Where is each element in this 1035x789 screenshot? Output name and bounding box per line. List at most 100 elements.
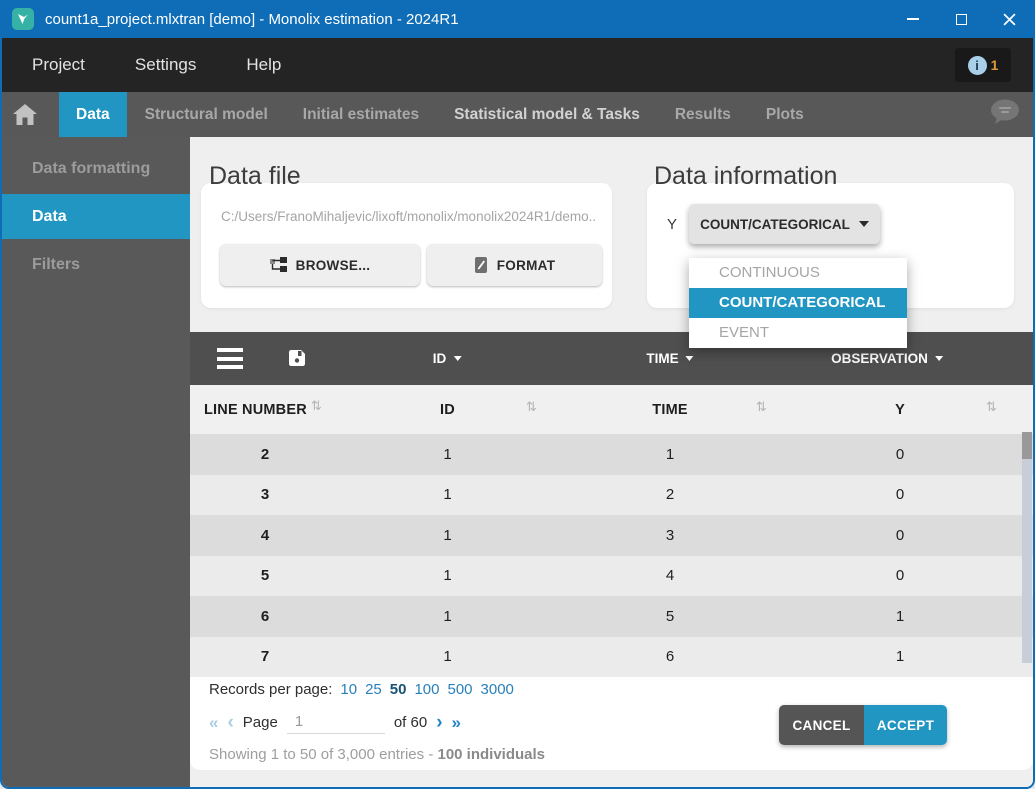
file-tree-icon: [270, 257, 287, 273]
next-page-button[interactable]: [436, 713, 442, 732]
data-table: LINE NUMBER ID TIMEY 211031204130514061517…: [190, 385, 1033, 677]
data-file-path: C:/Users/FranoMihaljevic/lixoft/monolix/…: [221, 209, 596, 224]
notifications-button[interactable]: 1: [955, 48, 1011, 82]
table-cell: 2: [190, 434, 340, 475]
records-per-page-100[interactable]: 100: [414, 681, 439, 698]
column-header-time[interactable]: TIME: [555, 385, 785, 434]
minimize-button[interactable]: [889, 0, 937, 38]
maximize-button[interactable]: [937, 0, 985, 38]
info-icon: [968, 56, 987, 75]
sidebar-item-data-formatting[interactable]: Data formatting: [2, 146, 190, 191]
table-cell: 0: [785, 515, 1015, 556]
last-page-button[interactable]: [452, 714, 461, 731]
table-cell: 1: [340, 637, 555, 678]
column-type-dropdown-time[interactable]: TIME: [646, 332, 693, 385]
observation-name-label: Y: [667, 216, 677, 233]
individuals-count: 100 individuals: [437, 746, 545, 763]
table-cell: 1: [555, 434, 785, 475]
chevron-down-icon: [859, 221, 869, 227]
records-per-page-500[interactable]: 500: [448, 681, 473, 698]
tab-bar-items: DataStructural modelInitial estimatesSta…: [59, 92, 822, 137]
save-button[interactable]: [289, 350, 305, 371]
sidebar-item-data[interactable]: Data: [2, 194, 190, 239]
pagination: Page of 60: [209, 710, 461, 734]
tab-statistical-model-tasks[interactable]: Statistical model & Tasks: [437, 92, 657, 137]
records-per-page-25[interactable]: 25: [365, 681, 382, 698]
page-label: Page: [243, 714, 278, 731]
close-icon: [1003, 13, 1016, 26]
menu-bar-items: Project Settings Help: [2, 55, 281, 75]
table-row: 2110: [190, 434, 1033, 475]
browse-button[interactable]: BROWSE...: [220, 244, 420, 286]
column-header-y[interactable]: Y: [785, 385, 1015, 434]
tab-initial-estimates[interactable]: Initial estimates: [286, 92, 436, 137]
menu-project[interactable]: Project: [32, 55, 85, 75]
tab-structural-model[interactable]: Structural model: [128, 92, 285, 137]
table-cell: 4: [555, 556, 785, 597]
table-cell: 1: [340, 556, 555, 597]
tab-data[interactable]: Data: [59, 92, 127, 137]
tab-bar: DataStructural modelInitial estimatesSta…: [2, 92, 1033, 137]
monolix-logo-icon: [12, 8, 34, 30]
sidebar-item-filters[interactable]: Filters: [2, 242, 190, 287]
table-cell: 2: [555, 475, 785, 516]
browse-button-label: BROWSE...: [296, 258, 371, 273]
home-button[interactable]: [2, 92, 48, 137]
table-menu-button[interactable]: [217, 348, 243, 369]
records-per-page-3000[interactable]: 3000: [481, 681, 514, 698]
column-type-label: OBSERVATION: [831, 351, 928, 366]
minimize-icon: [907, 18, 919, 20]
feedback-button[interactable]: [990, 99, 1020, 130]
table-body: 211031204130514061517161: [190, 434, 1033, 677]
table-row: 6151: [190, 596, 1033, 637]
records-per-page: Records per page: 10 25 50 100 500 3000: [209, 681, 514, 698]
table-cell: 1: [340, 475, 555, 516]
table-cell: 4: [190, 515, 340, 556]
table-cell: 1: [340, 515, 555, 556]
scrollbar-thumb[interactable]: [1022, 432, 1032, 459]
table-cell: 5: [555, 596, 785, 637]
table-cell: 1: [340, 596, 555, 637]
content-area: Data formattingDataFilters Data file Dat…: [2, 137, 1033, 787]
accept-button[interactable]: ACCEPT: [864, 705, 947, 745]
records-per-page-50[interactable]: 50: [390, 681, 407, 698]
records-per-page-10[interactable]: 10: [340, 681, 357, 698]
sort-arrows-icon: [756, 399, 767, 415]
column-header-id[interactable]: ID: [340, 385, 555, 434]
sidebar: Data formattingDataFilters: [2, 137, 190, 787]
format-button[interactable]: FORMAT: [427, 244, 602, 286]
data-file-title: Data file: [209, 162, 301, 191]
previous-page-button[interactable]: [227, 713, 233, 732]
column-type-label: ID: [433, 351, 447, 366]
observation-type-dropdown[interactable]: COUNT/CATEGORICAL: [689, 204, 880, 244]
action-buttons: CANCEL ACCEPT: [779, 705, 947, 745]
tab-plots[interactable]: Plots: [749, 92, 821, 137]
menu-help[interactable]: Help: [246, 55, 281, 75]
entries-summary: Showing 1 to 50 of 3,000 entries - 100 i…: [209, 746, 545, 763]
table-scrollbar[interactable]: [1022, 432, 1032, 663]
chevron-down-icon: [453, 356, 461, 361]
maximize-icon: [956, 14, 967, 25]
title-bar: count1a_project.mlxtran [demo] - Monolix…: [2, 0, 1033, 38]
page-input[interactable]: [287, 710, 385, 734]
close-button[interactable]: [985, 0, 1033, 38]
table-row: 5140: [190, 556, 1033, 597]
records-per-page-label: Records per page:: [209, 681, 332, 698]
column-label: ID: [440, 402, 455, 418]
tab-results[interactable]: Results: [658, 92, 748, 137]
column-type-dropdown-id[interactable]: ID: [433, 332, 462, 385]
cancel-button[interactable]: CANCEL: [779, 705, 864, 745]
option-count-categorical[interactable]: COUNT/CATEGORICAL: [689, 288, 907, 318]
table-cell: 0: [785, 556, 1015, 597]
first-page-button[interactable]: [209, 714, 218, 731]
option-event[interactable]: EVENT: [689, 318, 907, 348]
data-information-title: Data information: [654, 162, 837, 191]
observation-type-menu: CONTINUOUSCOUNT/CATEGORICALEVENT: [689, 258, 907, 348]
main-panel: Data file Data information C:/Users/Fran…: [190, 137, 1033, 787]
table-row: 3120: [190, 475, 1033, 516]
column-header-line-number[interactable]: LINE NUMBER: [190, 385, 340, 434]
option-continuous[interactable]: CONTINUOUS: [689, 258, 907, 288]
home-icon: [13, 104, 37, 125]
observation-type-value: COUNT/CATEGORICAL: [700, 217, 850, 232]
menu-settings[interactable]: Settings: [135, 55, 196, 75]
